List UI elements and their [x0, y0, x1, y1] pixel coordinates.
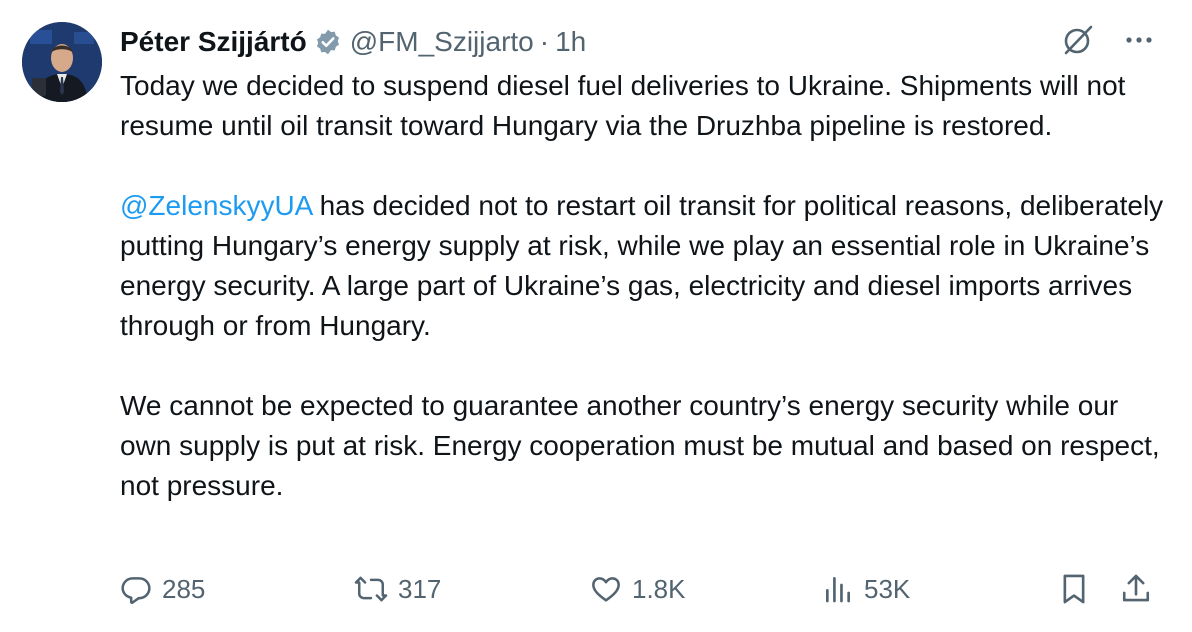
tweet-paragraph-3: We cannot be expected to guarantee anoth… — [120, 390, 1160, 501]
tweet-top-actions — [1060, 22, 1154, 62]
more-options-icon[interactable] — [1124, 25, 1154, 60]
reply-count: 285 — [162, 573, 206, 604]
like-button[interactable]: 1.8K — [590, 566, 686, 612]
repost-icon — [354, 576, 388, 602]
tweet-timestamp[interactable]: 1h — [555, 26, 586, 58]
tweet-paragraph-2: @ZelenskyyUA has decided not to restart … — [120, 186, 1165, 346]
views-chart-icon — [826, 577, 850, 603]
author-handle[interactable]: @FM_Szijjarto — [350, 26, 534, 58]
repost-count: 317 — [398, 573, 442, 604]
share-icon — [1122, 574, 1150, 602]
heart-icon — [592, 577, 620, 602]
repost-button[interactable]: 317 — [354, 566, 441, 612]
mention-link[interactable]: @ZelenskyyUA — [120, 190, 312, 221]
tweet-actions-bar: 285 317 1.8K 53K — [120, 566, 1160, 612]
tweet-header: Péter Szijjártó @FM_Szijjarto · 1h — [120, 22, 586, 62]
bookmark-button[interactable] — [1058, 566, 1090, 612]
reply-button[interactable]: 285 — [120, 566, 205, 612]
author-display-name[interactable]: Péter Szijjártó — [120, 26, 307, 58]
avatar-portrait — [22, 22, 102, 102]
grok-icon[interactable] — [1060, 22, 1096, 63]
tweet: Péter Szijjártó @FM_Szijjarto · 1h Today… — [0, 0, 1192, 632]
avatar[interactable] — [22, 22, 102, 102]
separator-dot: · — [539, 26, 550, 57]
views-button[interactable]: 53K — [822, 566, 910, 612]
tweet-text: Today we decided to suspend diesel fuel … — [120, 66, 1165, 506]
like-count: 1.8K — [632, 573, 686, 604]
verified-badge-icon — [314, 28, 342, 56]
reply-icon — [121, 577, 151, 605]
bookmark-icon — [1063, 574, 1085, 604]
view-count: 53K — [864, 573, 911, 604]
share-button[interactable] — [1120, 566, 1152, 612]
tweet-paragraph-1: Today we decided to suspend diesel fuel … — [120, 70, 1126, 141]
